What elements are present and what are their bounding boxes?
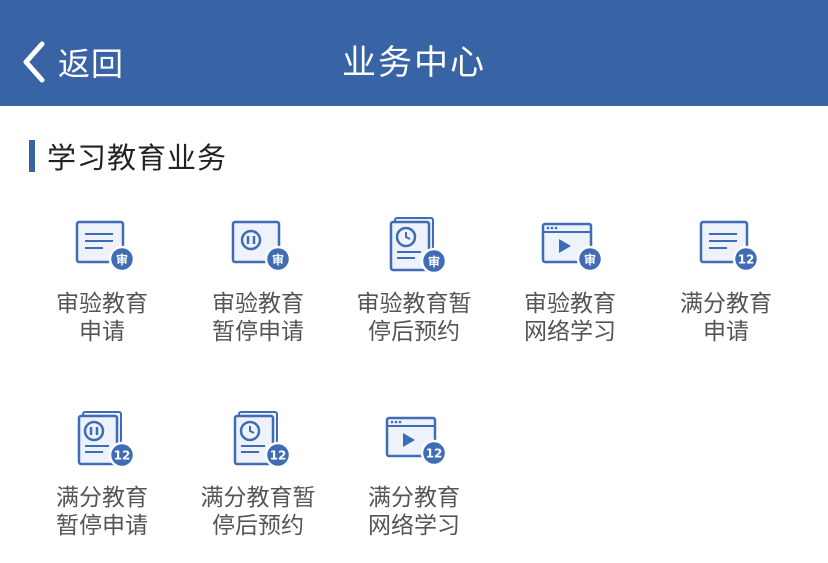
tile-label: 审验教育 暂停申请 [212,291,304,345]
tile-full-score-edu-apply[interactable]: 12 满分教育 申请 [648,216,804,366]
tile-label: 审验教育暂 停后预约 [356,291,472,345]
video-review-icon: 审 [541,222,603,273]
tile-badge: 12 [738,253,755,267]
section-accent-bar [29,140,35,172]
tile-badge: 12 [114,449,131,463]
tile-label: 审验教育 申请 [56,291,148,345]
tile-review-edu-online-study[interactable]: 审 审验教育 网络学习 [492,216,648,366]
tile-full-score-edu-online-study[interactable]: 12 满分教育 网络学习 [336,410,492,560]
tile-badge: 审 [584,252,596,267]
pause-review-icon: 审 [231,220,291,273]
tile-label: 满分教育 申请 [680,291,772,345]
tile-label: 满分教育 暂停申请 [56,485,148,539]
clock-points-icon: 12 [233,411,291,469]
clock-review-icon: 审 [389,217,447,275]
tile-review-edu-resume-booking[interactable]: 审 审验教育暂 停后预约 [336,216,492,366]
tile-label: 满分教育暂 停后预约 [200,485,316,539]
tile-review-edu-pause-apply[interactable]: 审 审验教育 暂停申请 [180,216,336,366]
tile-review-edu-apply[interactable]: 审 审验教育 申请 [24,216,180,366]
section-title: 学习教育业务 [47,141,228,175]
pause-points-icon: 12 [77,411,135,469]
section-header: 学习教育业务 [29,139,227,175]
tile-badge: 审 [428,254,440,269]
tile-label: 审验教育 网络学习 [524,291,616,345]
video-points-icon: 12 [385,416,447,467]
document-review-icon: 审 [75,220,135,273]
tile-full-score-edu-pause-apply[interactable]: 12 满分教育 暂停申请 [24,410,180,560]
top-nav-bar: 返回 业务中心 [0,0,828,106]
tile-badge: 审 [116,252,128,267]
tile-full-score-edu-resume-booking[interactable]: 12 满分教育暂 停后预约 [180,410,336,560]
tile-badge: 12 [426,447,443,461]
document-points-icon: 12 [699,220,759,273]
page-title: 业务中心 [342,43,486,83]
tile-badge: 审 [272,252,284,267]
tile-label: 满分教育 网络学习 [368,485,460,539]
tile-badge: 12 [270,449,287,463]
